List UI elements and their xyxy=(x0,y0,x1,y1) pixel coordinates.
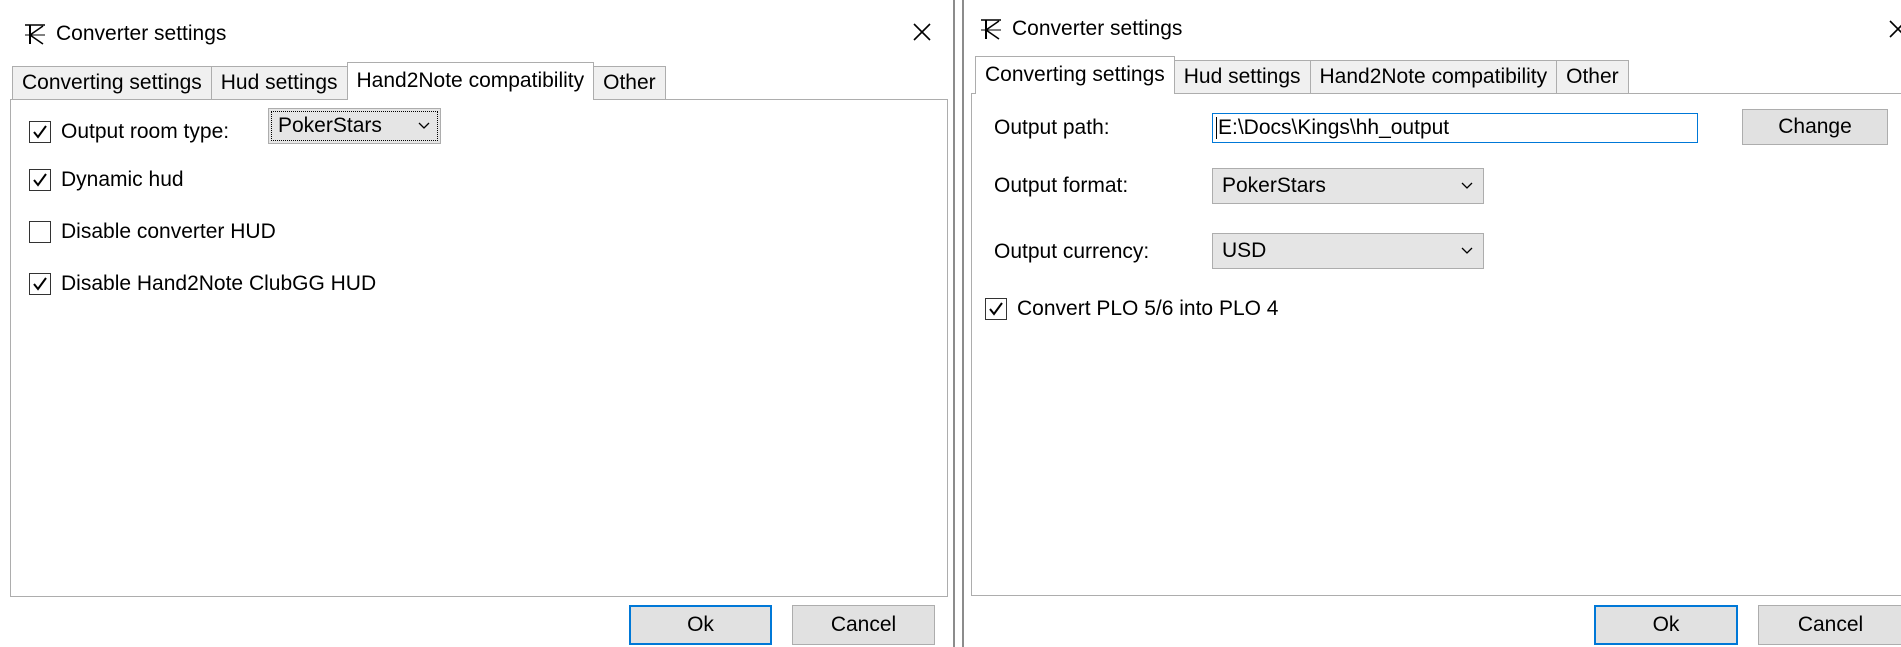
disable-clubgg-hud-checkbox[interactable] xyxy=(29,273,51,295)
convert-plo-label: Convert PLO 5/6 into PLO 4 xyxy=(1017,297,1279,320)
disable-converter-hud-checkbox[interactable] xyxy=(29,221,51,243)
close-icon[interactable] xyxy=(1881,12,1901,46)
disable-converter-hud-label: Disable converter HUD xyxy=(61,220,276,243)
ok-button[interactable]: Ok xyxy=(1594,605,1738,645)
tab-converting-settings[interactable]: Converting settings xyxy=(975,56,1175,94)
output-currency-select[interactable]: USD xyxy=(1212,233,1484,269)
tab-panel-hand2note: Output room type: PokerStars Dynamic hud… xyxy=(10,99,948,597)
output-path-input[interactable]: E:\Docs\Kings\hh_output xyxy=(1212,113,1698,143)
output-room-type-label: Output room type: xyxy=(61,120,230,143)
change-button[interactable]: Change xyxy=(1742,109,1888,145)
title-bar: Converter settings xyxy=(964,0,1901,60)
converter-settings-window-left: Converter settings Converting settings Hu… xyxy=(0,0,955,647)
tab-hud-settings[interactable]: Hud settings xyxy=(210,66,348,100)
tab-panel-converting-settings: Output path: E:\Docs\Kings\hh_output Cha… xyxy=(971,93,1901,596)
dynamic-hud-checkbox[interactable] xyxy=(29,169,51,191)
disable-clubgg-hud-label: Disable Hand2Note ClubGG HUD xyxy=(61,272,377,295)
k-logo-icon xyxy=(25,24,45,45)
convert-plo-checkbox[interactable] xyxy=(985,298,1007,320)
chevron-down-icon xyxy=(418,122,430,129)
chevron-down-icon xyxy=(1461,182,1473,189)
output-format-select[interactable]: PokerStars xyxy=(1212,168,1484,204)
tab-other[interactable]: Other xyxy=(593,66,666,100)
checkmark-icon xyxy=(33,277,47,291)
chevron-down-icon xyxy=(1461,247,1473,254)
cancel-button[interactable]: Cancel xyxy=(792,605,935,645)
title-bar: Converter settings xyxy=(0,0,953,60)
tab-hand2note-compatibility[interactable]: Hand2Note compatibility xyxy=(346,62,595,100)
dynamic-hud-label: Dynamic hud xyxy=(61,168,184,191)
window-title: Converter settings xyxy=(1012,17,1183,40)
text-caret xyxy=(1216,117,1217,140)
output-path-label: Output path: xyxy=(994,116,1110,139)
checkmark-icon xyxy=(33,125,47,139)
ok-button[interactable]: Ok xyxy=(629,605,772,645)
output-room-type-select[interactable]: PokerStars xyxy=(268,108,441,144)
k-logo-icon xyxy=(981,19,1001,40)
checkmark-icon xyxy=(989,302,1003,316)
output-path-value: E:\Docs\Kings\hh_output xyxy=(1218,116,1450,139)
tab-strip: Converting settings Hud settings Hand2Note… xyxy=(975,56,1629,94)
tab-hud-settings[interactable]: Hud settings xyxy=(1173,60,1311,94)
close-icon[interactable] xyxy=(905,15,939,49)
window-title: Converter settings xyxy=(56,22,227,45)
tab-hand2note-compatibility[interactable]: Hand2Note compatibility xyxy=(1309,60,1558,94)
cancel-button[interactable]: Cancel xyxy=(1758,605,1901,645)
output-currency-label: Output currency: xyxy=(994,240,1150,263)
tab-strip: Converting settings Hud settings Hand2Note… xyxy=(12,62,666,100)
converter-settings-window-right: Converter settings Converting settings Hu… xyxy=(962,0,1901,647)
output-format-label: Output format: xyxy=(994,174,1129,197)
tab-converting-settings[interactable]: Converting settings xyxy=(12,66,212,100)
output-currency-value: USD xyxy=(1222,239,1267,262)
checkmark-icon xyxy=(33,173,47,187)
output-room-type-value: PokerStars xyxy=(278,114,382,137)
output-format-value: PokerStars xyxy=(1222,174,1326,197)
tab-other[interactable]: Other xyxy=(1556,60,1629,94)
output-room-type-checkbox[interactable] xyxy=(29,121,51,143)
